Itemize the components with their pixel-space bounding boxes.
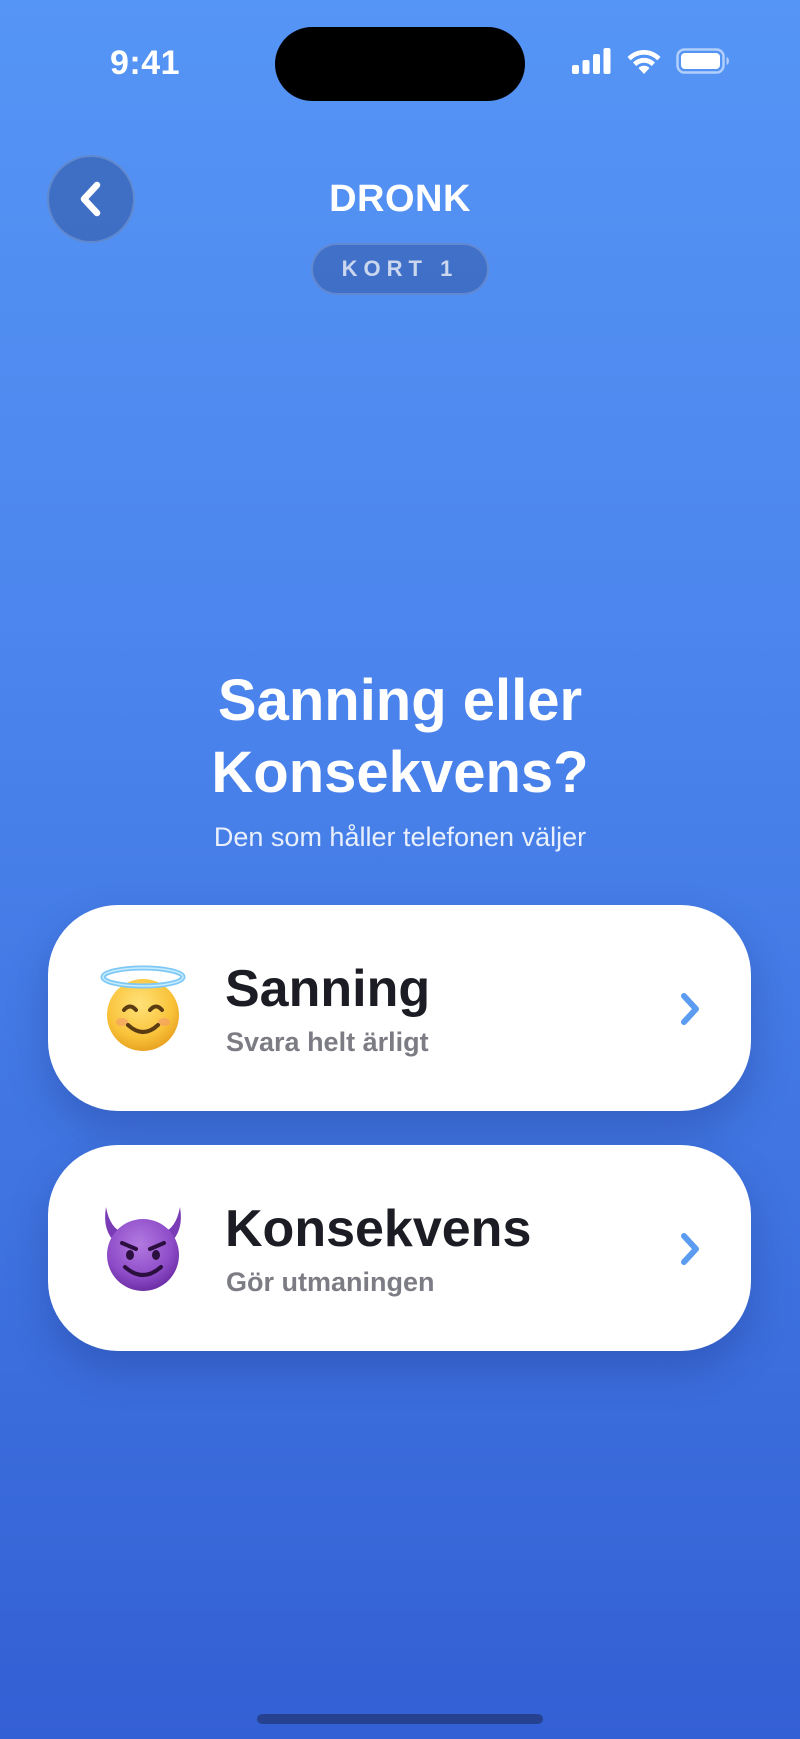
question-subtitle: Den som håller telefonen väljer <box>213 822 587 852</box>
truth-option-button[interactable]: Sanning Svara helt ärligt <box>48 905 751 1111</box>
cellular-signal-icon <box>572 48 611 74</box>
dare-option-title: Konsekvens <box>225 1200 532 1258</box>
chevron-right-icon <box>681 993 699 1025</box>
wifi-icon <box>627 50 661 74</box>
status-icons <box>572 48 730 74</box>
screen: 9:41 DRONK KORT 1 Sanning eller Konsekve… <box>0 0 800 1739</box>
card-number-badge: KORT 1 <box>311 243 489 295</box>
question-title-line1: Sanning eller <box>217 668 583 733</box>
chevron-right-icon <box>681 1233 699 1265</box>
smiling-devil-icon <box>105 1207 181 1291</box>
truth-option-title: Sanning <box>225 960 431 1018</box>
question-title-line2: Konsekvens? <box>211 740 589 805</box>
battery-icon <box>676 48 729 74</box>
question-title: Sanning eller Konsekvens? <box>0 665 800 809</box>
truth-option-subtitle: Svara helt ärligt <box>226 1027 429 1057</box>
dare-option-subtitle: Gör utmaningen <box>226 1267 435 1297</box>
dare-option-button[interactable]: Konsekvens Gör utmaningen <box>48 1145 751 1351</box>
smiling-face-with-halo-icon <box>100 965 186 1051</box>
home-indicator[interactable] <box>257 1714 543 1724</box>
status-time: 9:41 <box>110 44 181 82</box>
app-title: DRONK <box>329 178 471 220</box>
dynamic-island <box>275 27 525 101</box>
